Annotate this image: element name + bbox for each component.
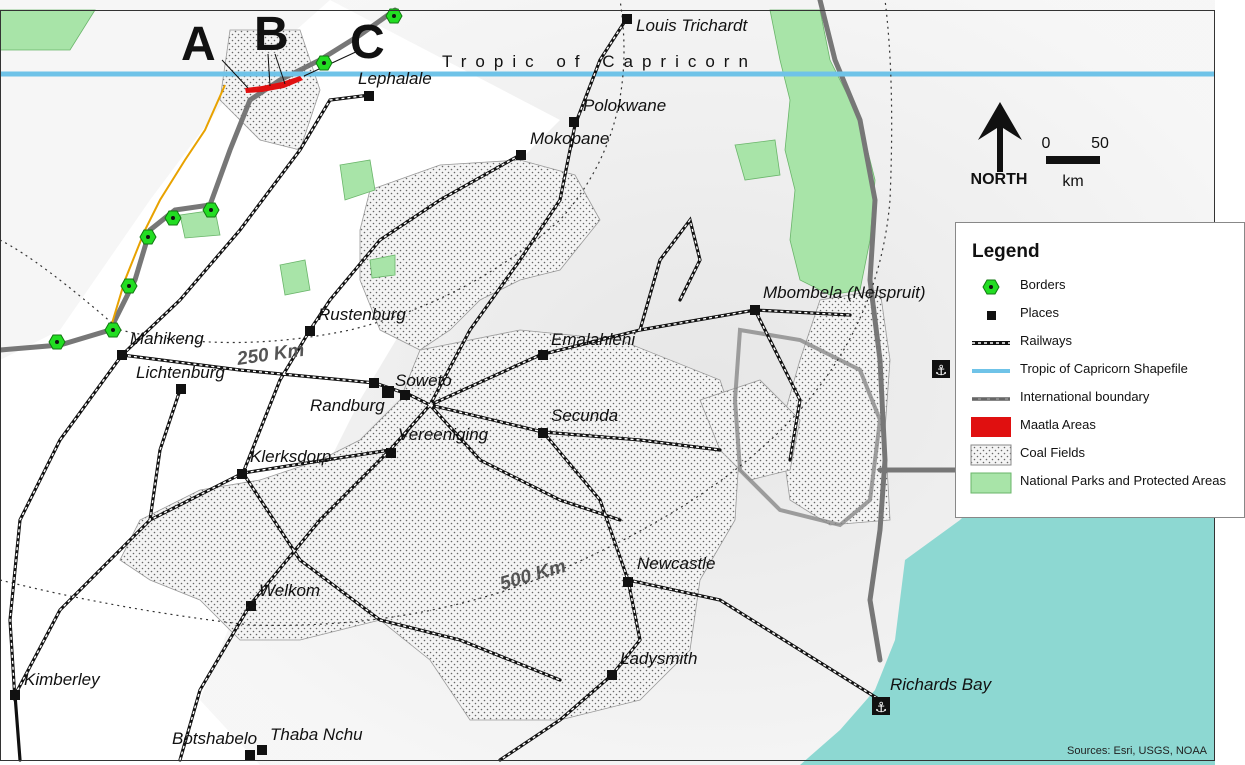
place-label: Kimberley	[24, 670, 101, 689]
site-label-a: A	[181, 18, 216, 71]
place-label: Polokwane	[583, 96, 666, 115]
legend-label: National Parks and Protected Areas	[1020, 473, 1226, 488]
legend-label: Places	[1020, 305, 1060, 320]
site-label-b: B	[254, 8, 289, 61]
tropic-label: Tropic of Capricorn	[442, 52, 757, 71]
legend-label: Railways	[1020, 333, 1073, 348]
map-legend: Legend Borders Places Railways Tropic of…	[955, 222, 1245, 518]
place-label: Lichtenburg	[136, 363, 225, 382]
place-label: Randburg	[310, 396, 385, 415]
legend-item-coal: Coal Fields	[970, 443, 1240, 467]
place-label: Mokopane	[530, 129, 609, 148]
place-label: Vereeniging	[398, 425, 489, 444]
place-label: Soweto	[395, 371, 452, 390]
svg-text:⚓: ⚓	[875, 700, 888, 716]
place-label: Mbombela (Nelspruit)	[763, 283, 926, 302]
place-label: Rustenburg	[318, 305, 406, 324]
legend-item-tropic: Tropic of Capricorn Shapefile	[970, 359, 1240, 383]
boundary-line-icon	[972, 397, 1010, 401]
place-label: Klerksdorp	[250, 447, 331, 466]
place-label: Welkom	[259, 581, 320, 600]
scale-unit: km	[1062, 173, 1083, 190]
place-label: Mahikeng	[130, 329, 204, 348]
maatla-area-icon	[971, 417, 1011, 437]
place-square-icon	[987, 311, 996, 320]
site-label-c: C	[350, 16, 385, 69]
north-label: NORTH	[971, 171, 1028, 188]
place-label: Secunda	[551, 406, 618, 425]
legend-item-places: Places	[970, 303, 1240, 327]
scale-start: 0	[1042, 135, 1051, 152]
place-label: Louis Trichardt	[636, 16, 748, 35]
legend-label: Coal Fields	[1020, 445, 1086, 460]
park-area-icon	[970, 472, 1012, 494]
legend-label: Maatla Areas	[1020, 417, 1096, 432]
place-label: Newcastle	[637, 554, 715, 573]
map-figure: ⚓ ⚓ Tropic of Capricorn A B C 250 Km 500…	[0, 0, 1245, 765]
legend-item-railways: Railways	[970, 331, 1240, 355]
place-label: Ladysmith	[620, 649, 697, 668]
place-label: Thaba Nchu	[270, 725, 363, 744]
place-label: Richards Bay	[890, 675, 993, 694]
legend-item-borders: Borders	[970, 275, 1240, 299]
border-post-icon	[982, 279, 1000, 295]
legend-label: International boundary	[1020, 389, 1150, 404]
legend-label: Tropic of Capricorn Shapefile	[1020, 361, 1188, 376]
coal-field-icon	[970, 444, 1012, 466]
legend-item-maatla: Maatla Areas	[970, 415, 1240, 439]
legend-item-boundary: International boundary	[970, 387, 1240, 411]
svg-text:⚓: ⚓	[935, 363, 948, 379]
legend-title: Legend	[972, 241, 1040, 262]
legend-label: Borders	[1020, 277, 1066, 292]
legend-item-parks: National Parks and Protected Areas	[970, 471, 1240, 505]
railway-line-icon	[972, 341, 1010, 345]
place-label: Botshabelo	[172, 729, 257, 748]
map-credits: Sources: Esri, USGS, NOAA	[1067, 745, 1207, 757]
place-label: Emalahleni	[551, 330, 636, 349]
scale-end: 50	[1091, 135, 1109, 152]
place-label: Lephalale	[358, 69, 432, 88]
tropic-line-icon	[972, 369, 1010, 373]
